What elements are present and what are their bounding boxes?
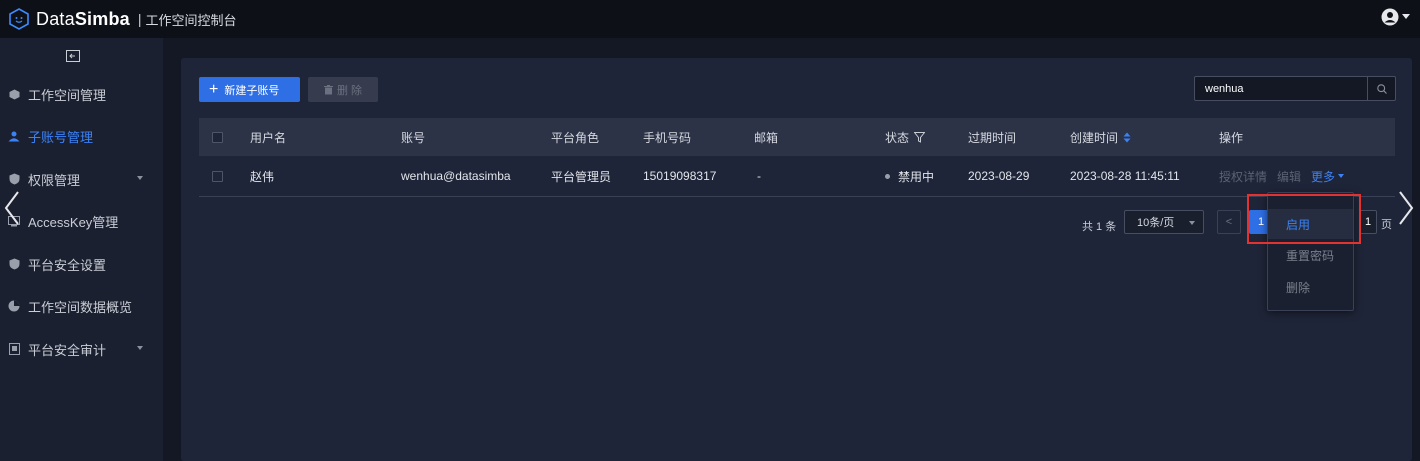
sidebar-item-security-audit[interactable]: 平台安全审计 bbox=[0, 334, 163, 364]
select-all-checkbox[interactable] bbox=[212, 131, 223, 143]
delete-button[interactable]: 删 除 bbox=[308, 77, 378, 102]
shield-check-icon bbox=[8, 258, 20, 270]
auth-detail-link[interactable]: 授权详情 bbox=[1219, 168, 1267, 185]
sidebar-item-sub-accounts[interactable]: 子账号管理 bbox=[0, 121, 163, 151]
select-all-cell bbox=[212, 118, 223, 156]
page-size-value: 10条/页 bbox=[1137, 217, 1175, 229]
cell-actions: 授权详情 编辑 更多 bbox=[1219, 156, 1345, 196]
brand-right: Simba bbox=[74, 8, 130, 29]
col-phone: 手机号码 bbox=[643, 130, 692, 145]
search-icon bbox=[1376, 83, 1387, 94]
brand-left: Data bbox=[36, 8, 75, 29]
annotation-highlight-box bbox=[1247, 194, 1361, 244]
col-email: 邮箱 bbox=[754, 130, 779, 145]
cell-account: wenhua@datasimba bbox=[401, 169, 511, 183]
sidebar-item-security-settings[interactable]: 平台安全设置 bbox=[0, 249, 163, 279]
col-status[interactable]: 状态 bbox=[885, 118, 926, 156]
table-header: 用户名 账号 平台角色 手机号码 邮箱 状态 过期时间 创建时间 操作 bbox=[199, 118, 1395, 156]
sidebar-item-data-overview[interactable]: 工作空间数据概览 bbox=[0, 291, 163, 321]
delete-button-label: 删 除 bbox=[336, 84, 363, 97]
edit-link[interactable]: 编辑 bbox=[1277, 168, 1301, 185]
console-title: 工作空间控制台 bbox=[145, 12, 237, 28]
sidebar-item-label: 平台安全审计 bbox=[28, 342, 107, 358]
chevron-down-icon bbox=[1338, 174, 1345, 178]
menu-item-reset-password[interactable]: 重置密码 bbox=[1268, 240, 1353, 270]
sidebar-item-workspace[interactable]: 工作空间管理 bbox=[0, 79, 163, 109]
cell-username: 赵伟 bbox=[250, 169, 275, 184]
pie-chart-icon bbox=[8, 300, 20, 312]
sidebar-item-accesskey[interactable]: AccessKey管理 bbox=[0, 206, 163, 236]
cell-phone: 15019098317 bbox=[643, 169, 717, 183]
search-input[interactable] bbox=[1195, 77, 1367, 100]
plus-icon: + bbox=[209, 80, 219, 98]
new-sub-account-button[interactable]: + 新建子账号 bbox=[199, 77, 300, 102]
content-panel: + 新建子账号 删 除 用户名 账号 平台角色 手机号码 邮箱 状态 过期时间 bbox=[181, 58, 1412, 461]
sort-icon[interactable] bbox=[1123, 132, 1131, 143]
status-dot bbox=[885, 173, 890, 179]
col-expire: 过期时间 bbox=[968, 130, 1017, 145]
user-avatar-icon[interactable] bbox=[1381, 8, 1399, 26]
cell-created: 2023-08-28 11:45:11 bbox=[1070, 169, 1180, 183]
shield-icon bbox=[8, 173, 20, 185]
pager-prev-button[interactable]: < bbox=[1217, 210, 1241, 234]
chevron-down-icon[interactable] bbox=[1402, 14, 1410, 20]
col-created-label: 创建时间 bbox=[1070, 130, 1119, 145]
more-dropdown-trigger[interactable]: 更多 bbox=[1311, 168, 1345, 185]
col-status-label: 状态 bbox=[885, 130, 910, 145]
row-select-cell bbox=[212, 156, 223, 196]
cell-expire: 2023-08-29 bbox=[968, 169, 1030, 183]
sidebar-item-label: 子账号管理 bbox=[28, 129, 94, 145]
search-box bbox=[1194, 76, 1396, 101]
collapse-sidebar-icon[interactable] bbox=[66, 50, 80, 62]
datasimba-logo-icon bbox=[8, 8, 30, 30]
trash-icon bbox=[323, 84, 333, 94]
status-text: 禁用中 bbox=[898, 169, 935, 184]
main-content: + 新建子账号 删 除 用户名 账号 平台角色 手机号码 邮箱 状态 过期时间 bbox=[163, 38, 1420, 461]
sidebar-item-label: 权限管理 bbox=[28, 172, 81, 188]
menu-item-delete[interactable]: 删除 bbox=[1268, 272, 1353, 302]
more-label: 更多 bbox=[1311, 169, 1336, 184]
cell-status: 禁用中 bbox=[885, 156, 934, 196]
brand-name[interactable]: DataSimba bbox=[36, 9, 130, 30]
table-row: 赵伟 wenhua@datasimba 平台管理员 15019098317 - … bbox=[199, 156, 1395, 197]
top-bar: DataSimba | 工作空间控制台 bbox=[0, 0, 1420, 38]
col-account: 账号 bbox=[401, 130, 426, 145]
page-size-select[interactable]: 10条/页 bbox=[1124, 210, 1204, 234]
row-checkbox[interactable] bbox=[212, 170, 223, 182]
col-created[interactable]: 创建时间 bbox=[1070, 118, 1131, 156]
sidebar-item-label: 平台安全设置 bbox=[28, 257, 107, 273]
chevron-right-icon[interactable] bbox=[1398, 190, 1414, 226]
sidebar: 工作空间管理 子账号管理 权限管理 AccessKey管理 平台安全设置 工作空… bbox=[0, 38, 163, 461]
brand-separator: | bbox=[137, 11, 142, 27]
pager-total: 共 1 条 bbox=[1082, 221, 1117, 233]
new-button-label: 新建子账号 bbox=[224, 84, 280, 97]
chevron-left-icon[interactable] bbox=[4, 190, 20, 226]
search-button[interactable] bbox=[1367, 77, 1395, 100]
pager-jump-input[interactable]: 1 bbox=[1359, 210, 1377, 234]
sidebar-item-label: 工作空间数据概览 bbox=[28, 299, 133, 315]
pager-page-suffix: 页 bbox=[1381, 219, 1392, 231]
cell-email: - bbox=[757, 169, 761, 183]
chevron-down-icon bbox=[1189, 221, 1195, 225]
col-role: 平台角色 bbox=[551, 130, 600, 145]
cube-icon bbox=[8, 88, 20, 100]
col-username: 用户名 bbox=[250, 130, 287, 145]
col-actions: 操作 bbox=[1219, 130, 1244, 145]
cell-role: 平台管理员 bbox=[551, 169, 612, 184]
user-menu[interactable] bbox=[1381, 8, 1410, 26]
sidebar-item-permissions[interactable]: 权限管理 bbox=[0, 164, 163, 194]
filter-icon[interactable] bbox=[914, 131, 926, 143]
user-group-icon bbox=[8, 130, 20, 142]
expand-caret-icon[interactable] bbox=[137, 346, 143, 350]
sidebar-item-label: AccessKey管理 bbox=[28, 214, 119, 230]
audit-icon bbox=[8, 343, 20, 355]
sidebar-item-label: 工作空间管理 bbox=[28, 87, 107, 103]
expand-caret-icon[interactable] bbox=[137, 176, 143, 180]
